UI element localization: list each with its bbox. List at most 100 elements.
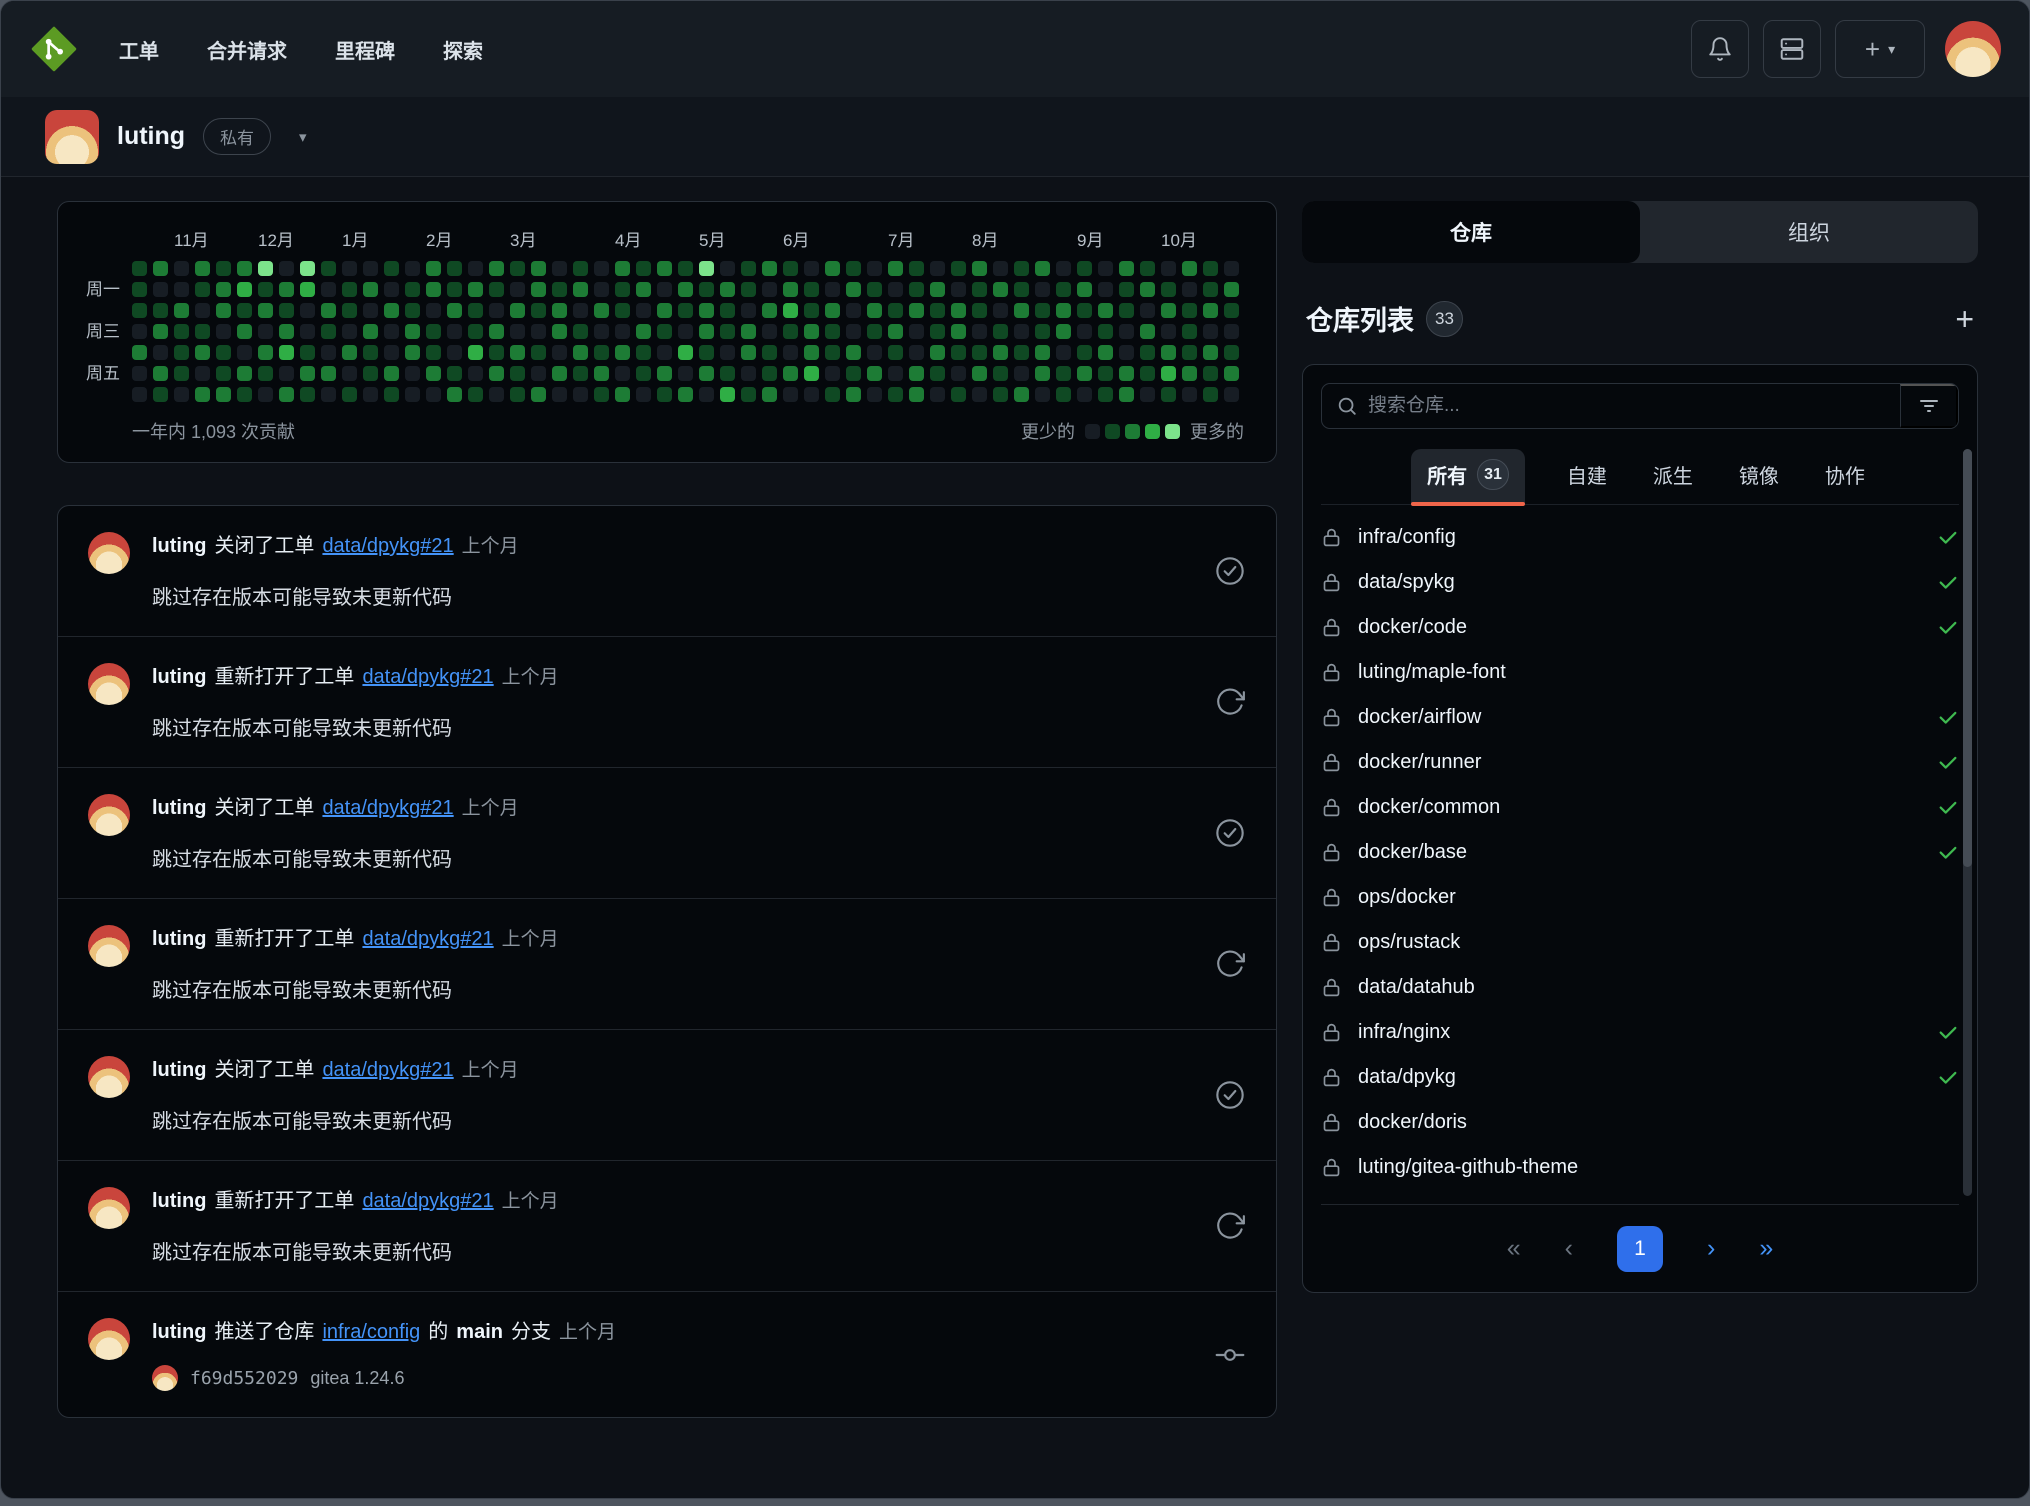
avatar[interactable]	[88, 1187, 130, 1229]
repo-list-item[interactable]: luting/gitea-github-theme	[1321, 1145, 1959, 1190]
heatmap-cell	[1182, 261, 1197, 276]
pagination-current-page[interactable]: 1	[1617, 1226, 1663, 1272]
feed-item: luting关闭了工单data/dpykg#21上个月 跳过存在版本可能导致未更…	[58, 1030, 1276, 1161]
repo-name: ops/rustack	[1358, 931, 1460, 954]
heatmap-cell	[846, 282, 861, 297]
nav-item-1[interactable]: 合并请求	[207, 35, 287, 64]
repo-list-item[interactable]: infra/config	[1321, 515, 1959, 560]
heatmap-cell	[657, 261, 672, 276]
feed-link[interactable]: data/dpykg#21	[322, 535, 453, 557]
issue-closed-icon	[1214, 817, 1246, 849]
heatmap-cell	[321, 282, 336, 297]
repo-list-item[interactable]: data/dpykg	[1321, 1055, 1959, 1100]
heatmap-cell	[615, 387, 630, 402]
admin-panel-button[interactable]	[1763, 20, 1821, 78]
tab-organizations[interactable]: 组织	[1640, 201, 1978, 263]
heatmap-cell	[867, 261, 882, 276]
create-new-button[interactable]: + ▾	[1835, 20, 1925, 78]
heatmap-cell	[594, 282, 609, 297]
avatar[interactable]	[88, 1318, 130, 1360]
filter-lines-icon	[1917, 394, 1941, 418]
repo-filter-tab[interactable]: 镜像	[1735, 449, 1783, 504]
heatmap-cell	[342, 303, 357, 318]
repo-list-item[interactable]: docker/base	[1321, 830, 1959, 875]
repo-list-item[interactable]: ops/docker	[1321, 875, 1959, 920]
avatar[interactable]	[88, 925, 130, 967]
feed-link[interactable]: data/dpykg#21	[362, 1190, 493, 1212]
heatmap-cell	[1056, 261, 1071, 276]
repo-search-input[interactable]	[1368, 395, 1886, 417]
heatmap-cell	[237, 261, 252, 276]
heatmap-cell	[531, 303, 546, 318]
pagination-prev-button[interactable]: ‹	[1565, 1234, 1573, 1263]
feed-link[interactable]: infra/config	[322, 1321, 420, 1343]
repo-list-item[interactable]: docker/airflow	[1321, 695, 1959, 740]
feed-title: luting关闭了工单data/dpykg#21上个月	[152, 1056, 1194, 1085]
repo-list-item[interactable]: data/datahub	[1321, 965, 1959, 1010]
heatmap-cell	[405, 345, 420, 360]
feed-link[interactable]: data/dpykg#21	[362, 666, 493, 688]
pagination-next-button[interactable]: ›	[1707, 1234, 1715, 1263]
nav-item-3[interactable]: 探索	[443, 35, 483, 64]
heatmap-cell	[846, 303, 861, 318]
repo-filter-tab[interactable]: 自建	[1563, 449, 1611, 504]
avatar[interactable]	[88, 794, 130, 836]
pagination-last-button[interactable]: »	[1759, 1234, 1773, 1263]
heatmap-cell	[447, 282, 462, 297]
add-repo-button[interactable]: +	[1955, 303, 1974, 335]
heatmap-cell	[720, 303, 735, 318]
heatmap-cell	[1035, 261, 1050, 276]
heatmap-cell	[762, 261, 777, 276]
repo-list-item[interactable]: infra/nginx	[1321, 1010, 1959, 1055]
commit-sha[interactable]: f69d552029	[190, 1368, 298, 1389]
heatmap-cell	[1077, 282, 1092, 297]
nav-item-0[interactable]: 工单	[119, 35, 159, 64]
repo-filter-tab[interactable]: 派生	[1649, 449, 1697, 504]
heatmap-cell	[762, 387, 777, 402]
repo-list-item[interactable]: luting/maple-font	[1321, 650, 1959, 695]
avatar[interactable]	[88, 1056, 130, 1098]
heatmap-cell	[1119, 345, 1134, 360]
heatmap-cell	[657, 387, 672, 402]
heatmap-cell	[972, 282, 987, 297]
legend-swatch	[1165, 424, 1180, 439]
heatmap-cell	[405, 303, 420, 318]
nav-item-2[interactable]: 里程碑	[335, 35, 395, 64]
heatmap-cell	[678, 303, 693, 318]
notifications-button[interactable]	[1691, 20, 1749, 78]
repo-list-item[interactable]: docker/runner	[1321, 740, 1959, 785]
repo-list-item[interactable]: docker/common	[1321, 785, 1959, 830]
repo-filter-tab[interactable]: 所有 31	[1411, 449, 1525, 504]
heatmap-cell	[1140, 387, 1155, 402]
repo-filter-button[interactable]	[1900, 384, 1958, 428]
gitea-logo-icon[interactable]	[29, 24, 79, 74]
avatar[interactable]	[88, 532, 130, 574]
repo-filter-tab[interactable]: 协作	[1821, 449, 1869, 504]
feed-link[interactable]: data/dpykg#21	[322, 1059, 453, 1081]
feed-link[interactable]: data/dpykg#21	[362, 928, 493, 950]
panel-scrollbar[interactable]	[1963, 449, 1972, 1196]
user-avatar[interactable]	[1945, 21, 2001, 77]
heatmap-cell	[1203, 303, 1218, 318]
heatmap-cell	[132, 324, 147, 339]
legend-more-label: 更多的	[1190, 418, 1244, 444]
feed-title: luting关闭了工单data/dpykg#21上个月	[152, 794, 1194, 823]
repo-list-item[interactable]: docker/doris	[1321, 1100, 1959, 1145]
profile-avatar[interactable]	[45, 110, 99, 164]
heatmap-cell	[405, 324, 420, 339]
feed-text-time: 上个月	[462, 798, 519, 819]
profile-dropdown-caret[interactable]: ▾	[299, 128, 307, 146]
lock-icon	[1321, 887, 1342, 908]
feed-text-time: 上个月	[462, 1060, 519, 1081]
repo-list-item[interactable]: docker/code	[1321, 605, 1959, 650]
repo-list-item[interactable]: ops/rustack	[1321, 920, 1959, 965]
heatmap-cell	[699, 282, 714, 297]
heatmap-cell	[342, 282, 357, 297]
avatar[interactable]	[88, 663, 130, 705]
tab-repositories[interactable]: 仓库	[1302, 201, 1640, 263]
heatmap-cell	[1224, 282, 1239, 297]
feed-link[interactable]: data/dpykg#21	[322, 797, 453, 819]
activity-feed: luting关闭了工单data/dpykg#21上个月 跳过存在版本可能导致未更…	[57, 505, 1277, 1418]
pagination-first-button[interactable]: «	[1507, 1234, 1521, 1263]
repo-list-item[interactable]: data/spykg	[1321, 560, 1959, 605]
